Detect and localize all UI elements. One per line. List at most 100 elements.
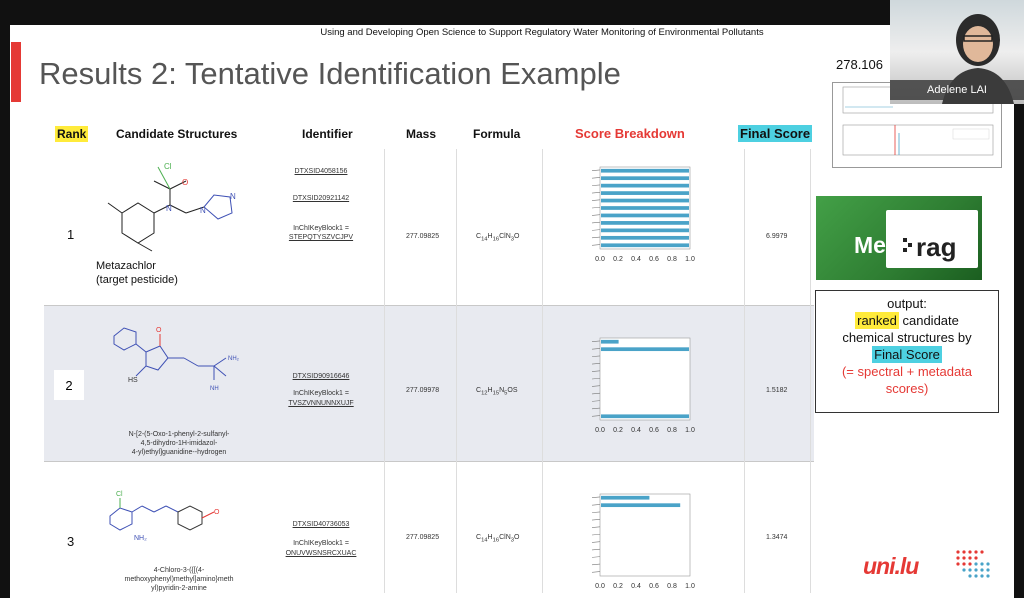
category-tick [591,169,601,172]
identifier-cell: DTXSID4058156 DTXSID20921142 InChIKeyBlo… [276,167,366,243]
table-row: 3 Cl NH₂ O 4-Chloro-3-({[(4- methoxyphen… [44,461,814,594]
output-final-line: Final Score [816,346,998,363]
rank-value: 3 [67,534,75,549]
inchikey-link[interactable]: STEPQTYSZVCJPV [276,233,366,242]
inchikey-link[interactable]: ONUVWSNSRCXUAC [276,549,366,558]
output-label: output: [887,296,927,311]
category-tick [591,533,601,536]
metfrag-logo-frag: rag [916,232,957,262]
mz-label: 278.106 [836,57,883,72]
output-text: candidate [898,313,959,328]
dtxsid-link[interactable]: DTXSID40736053 [276,520,366,529]
dtxsid-link[interactable]: DTXSID4058156 [276,167,366,176]
candidate-name: 4-Chloro-3-({[(4- [153,567,205,574]
x-tick-label: 0.4 [631,427,641,434]
x-tick-label: 0.6 [649,583,659,590]
inchikey-label: InChIKeyBlock1 = [293,224,349,232]
category-tick [591,199,601,201]
category-tick [591,370,601,372]
formula-value: C14H16ClN3O [476,534,520,544]
output-ranked-line: ranked candidate [816,312,998,329]
webcam-video: Adelene LAI [890,0,1024,104]
x-tick-label: 0.8 [667,427,677,434]
ranked-highlight: ranked [855,312,899,329]
results-table: Rank Candidate Structures Identifier Mas… [44,123,814,594]
category-tick [591,526,601,528]
header-identifier: Identifier [302,127,353,141]
score-bar [601,206,689,210]
rank-value: 2 [54,370,84,400]
x-tick-label: 1.0 [685,583,695,590]
score-bar [601,213,689,218]
svg-text:HS: HS [128,377,138,384]
output-text: chemical structures by [842,330,972,345]
column-divider [456,149,457,593]
score-bar [601,176,689,181]
candidate-name-cont: yl)pyridin-2-amine [151,585,207,592]
category-tick [591,504,601,506]
category-tick [591,236,601,239]
x-tick-label: 0.6 [649,427,659,434]
x-tick-label: 0.6 [649,256,659,263]
lcsb-logo [954,548,996,582]
score-bar [601,503,681,508]
category-tick [591,206,601,209]
score-breakdown-chart: 0.0 0.2 0.4 0.6 0.8 1.0 [586,163,704,276]
dtxsid-link[interactable]: DTXSID20921142 [276,194,366,203]
accent-bar [11,42,21,102]
category-tick [591,511,601,513]
table-row: 2 O HS NH₂ NH N-[2-(5-Oxo-1-phenyl-2-sul… [44,305,814,461]
dtxsid-link[interactable]: DTXSID90916646 [276,372,366,381]
svg-text:NH₂: NH₂ [134,535,147,542]
structure-image: Cl NH₂ O 4-Chloro-3-({[(4- methoxyphenyl… [94,466,254,594]
candidate-name-cont: methoxyphenyl)methyl]amino}meth [124,576,234,583]
x-tick-label: 1.0 [685,256,695,263]
output-note: (= spectral + metadata [841,364,973,379]
category-tick [591,221,601,224]
category-tick [591,496,601,499]
category-tick [591,184,601,186]
x-tick-label: 0.2 [613,256,623,263]
score-bar [601,235,689,240]
x-tick-label: 0.4 [631,256,641,263]
category-tick [591,177,601,179]
x-tick-label: 0.2 [613,583,623,590]
category-tick [591,340,601,343]
mass-value: 277.09825 [406,233,440,240]
candidate-name: N-[2-(5-Oxo-1-phenyl-2-sulfanyl- [128,431,230,438]
slide-caption: Using and Developing Open Science to Sup… [320,27,764,38]
category-tick [591,415,601,417]
svg-text:NH₂: NH₂ [228,356,240,362]
score-bar [601,228,689,233]
header-final-score: Final Score [738,125,813,142]
metfrag-logo-met: Met [854,232,894,258]
inchikey-label: InChIKeyBlock1 = [293,390,349,398]
svg-text:O: O [214,509,220,516]
score-bar [601,198,689,203]
column-divider [384,149,385,593]
final-score-highlight: Final Score [872,346,942,363]
svg-text:N: N [200,206,206,215]
rank-value: 1 [67,227,75,242]
inchikey-link[interactable]: TVSZVNNUNNXUJF [276,399,366,408]
x-tick-label: 0.4 [631,583,641,590]
output-note: scores) [885,381,929,396]
candidate-note: (target pesticide) [96,274,178,286]
output-description: output: ranked candidate chemical struct… [815,290,999,413]
svg-text:O: O [182,178,188,187]
mass-value: 277.09978 [406,387,440,394]
final-score-value: 1.5182 [766,387,788,394]
category-tick [591,548,601,551]
identifier-cell: DTXSID90916646 InChIKeyBlock1 = TVSZVNNU… [276,372,366,408]
slide-title: Results 2: Tentative Identification Exam… [39,56,621,91]
score-bar [601,495,650,500]
svg-text:N: N [230,192,236,201]
identifier-cell: DTXSID40736053 InChIKeyBlock1 = ONUVWSNS… [276,520,366,558]
svg-text:Cl: Cl [164,162,172,171]
candidate-name: Metazachlor [96,260,156,272]
score-bar [601,414,689,419]
category-tick [591,563,601,566]
column-divider [810,149,811,593]
category-tick [591,407,601,410]
score-bar [601,168,689,173]
